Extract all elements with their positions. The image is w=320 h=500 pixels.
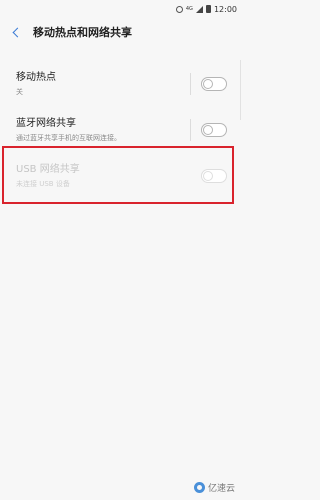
bluetooth-tethering-toggle[interactable] bbox=[201, 123, 227, 137]
page-title: 移动热点和网络共享 bbox=[33, 26, 132, 39]
signal-icon bbox=[195, 5, 203, 13]
battery-icon bbox=[205, 5, 211, 13]
watermark: 亿速云 bbox=[193, 481, 235, 494]
network-type: 4G bbox=[185, 5, 193, 12]
chevron-left-icon[interactable] bbox=[12, 27, 23, 37]
mobile-hotspot-toggle[interactable] bbox=[201, 77, 227, 91]
settings-icon bbox=[175, 5, 183, 13]
divider bbox=[190, 73, 191, 95]
toggle-knob bbox=[203, 79, 213, 89]
status-time: 12:00 bbox=[213, 4, 237, 14]
status-bar: 4G 12:00 bbox=[0, 0, 243, 18]
mobile-hotspot-item[interactable]: 移动热点 关 bbox=[0, 64, 243, 110]
scrollbar[interactable] bbox=[240, 60, 241, 120]
toggle-knob bbox=[203, 125, 213, 135]
watermark-text: 亿速云 bbox=[207, 484, 235, 494]
divider bbox=[190, 119, 191, 141]
highlight-box bbox=[2, 146, 234, 204]
watermark-logo-icon bbox=[193, 482, 205, 493]
app-header: 移动热点和网络共享 bbox=[0, 18, 243, 46]
